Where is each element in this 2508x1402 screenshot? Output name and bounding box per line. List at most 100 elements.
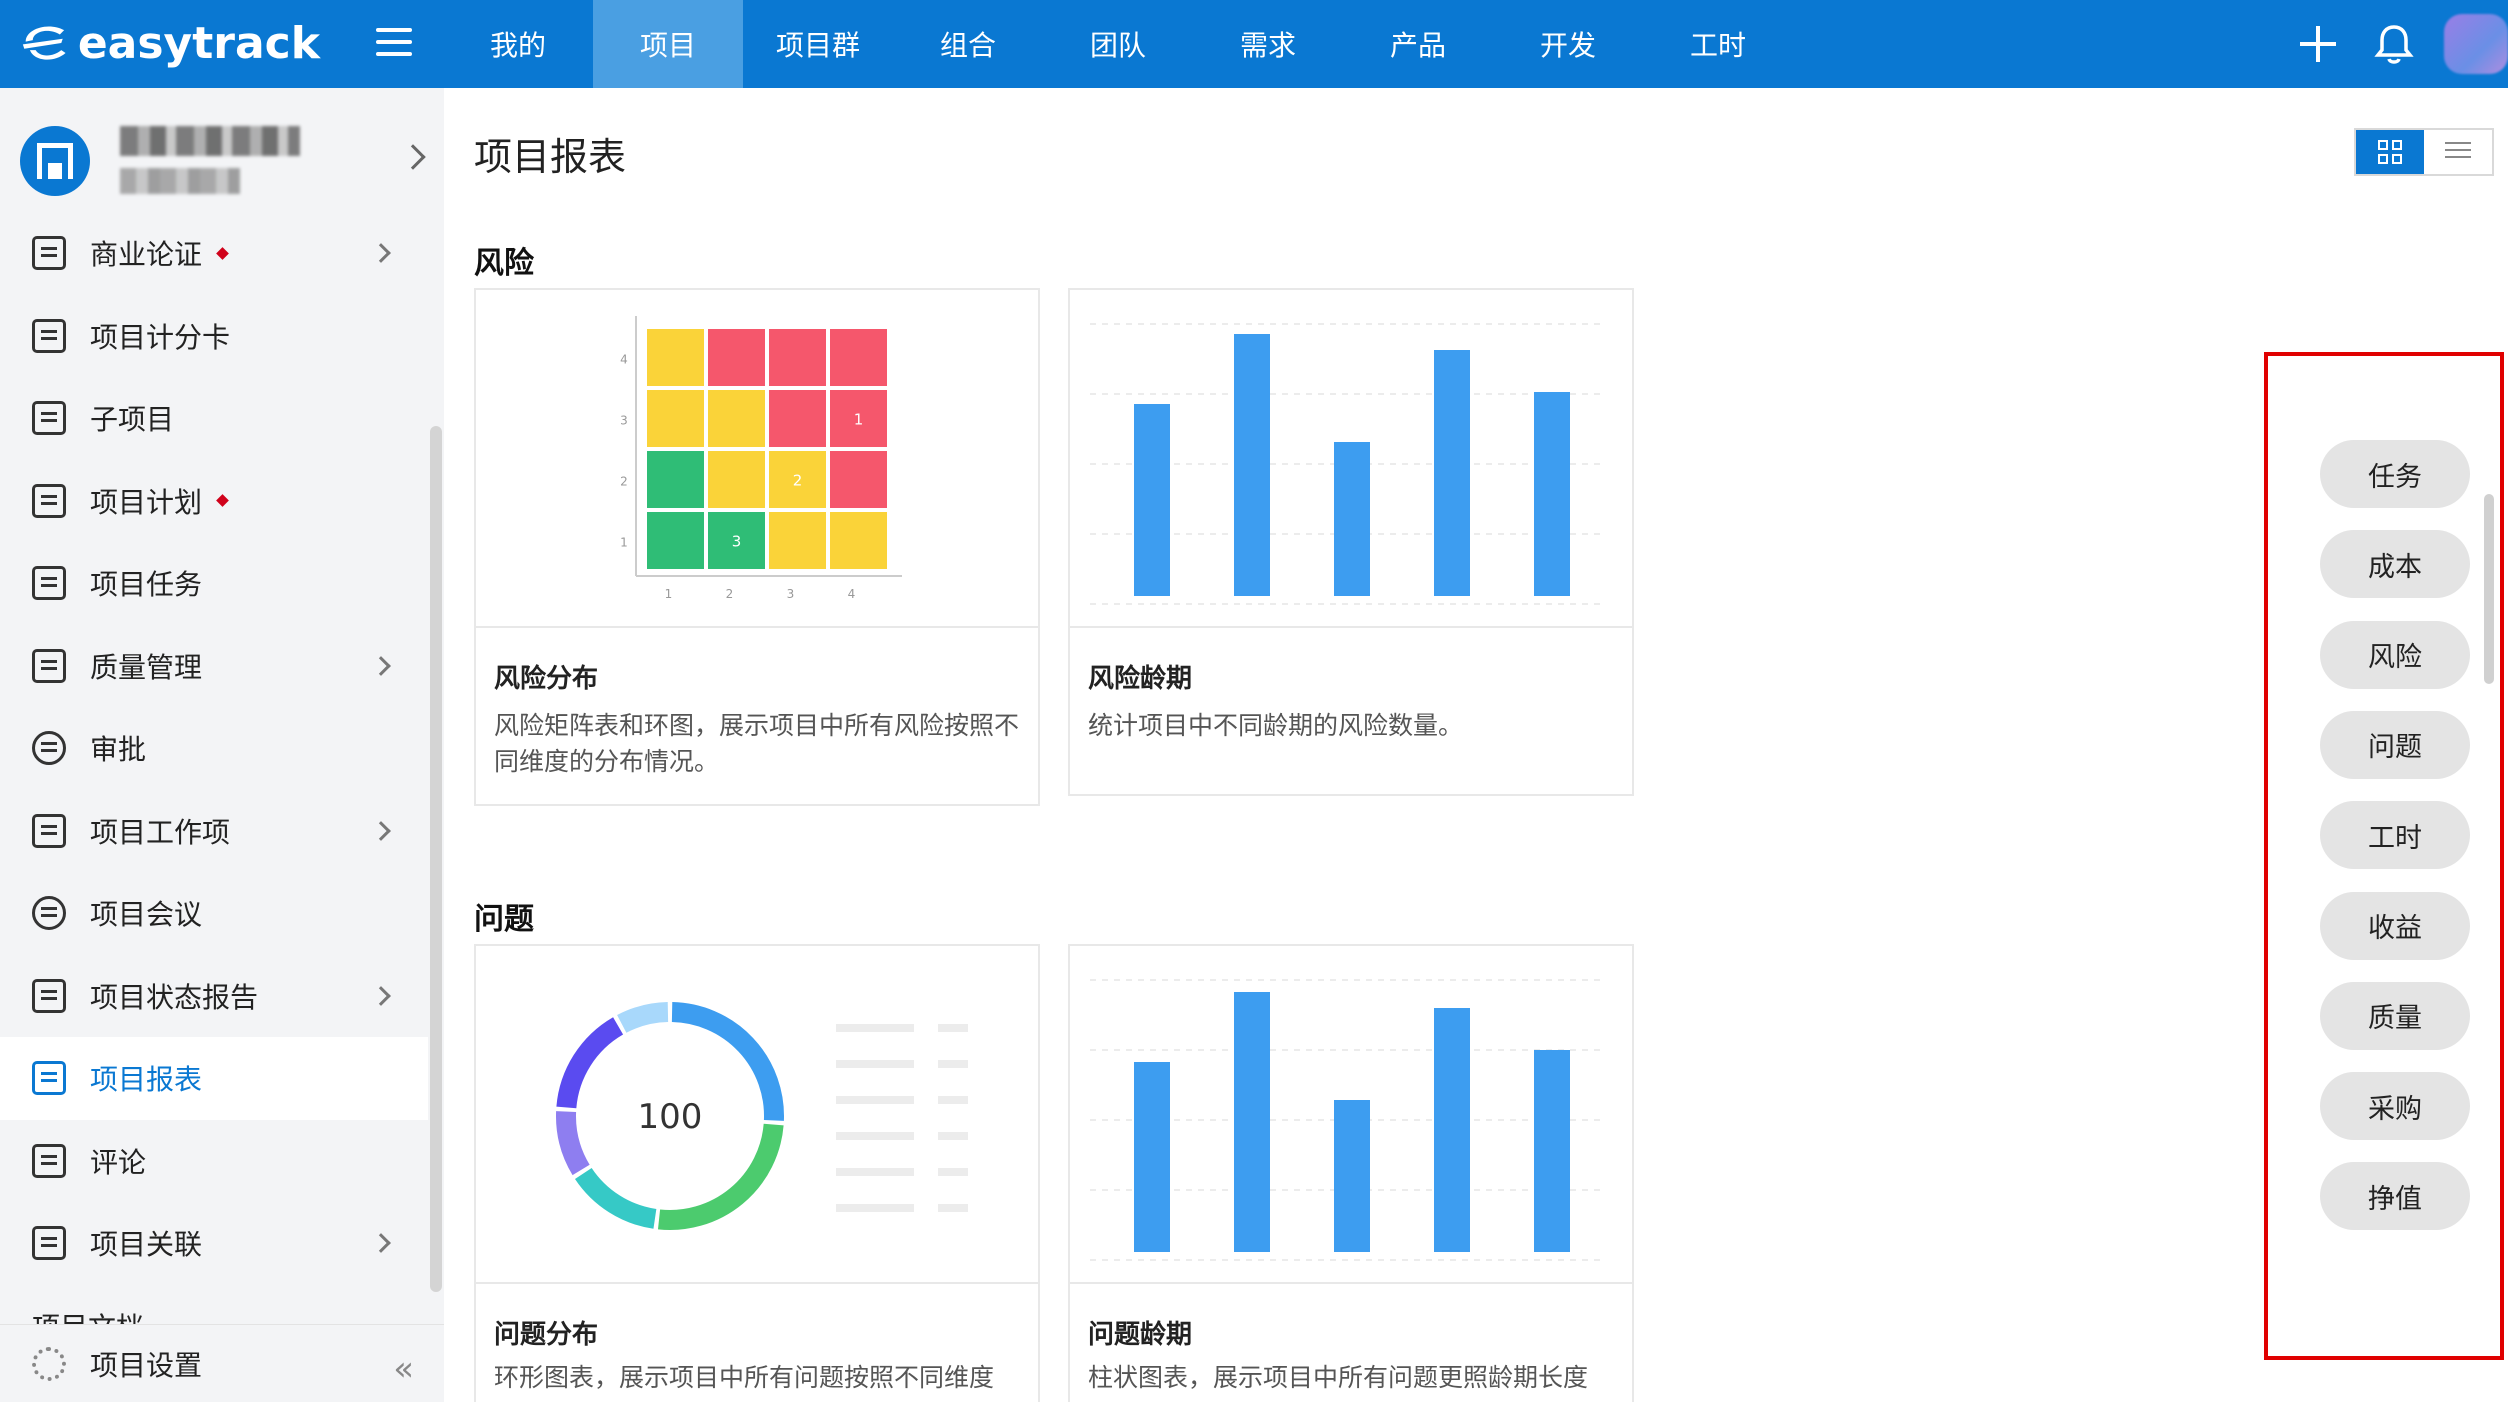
quality-icon	[32, 648, 66, 683]
easytrack-logo[interactable]: easytrack	[20, 10, 320, 76]
bell-icon[interactable]	[2372, 22, 2416, 66]
matrix-cell	[645, 327, 706, 388]
matrix-y-tick: 4	[620, 353, 628, 367]
report-card-risk-aging[interactable]: 风险龄期 统计项目中不同龄期的风险数量。	[1068, 288, 1634, 796]
nav-item-8[interactable]: 工时	[1643, 0, 1793, 88]
sidebar-menu: 商业论证项目计分卡子项目项目计划项目任务 质量管理审批项目工作项项目会议项目状态报…	[0, 212, 428, 1285]
matrix-cell	[828, 327, 889, 388]
sidebar-item-11[interactable]: 评论	[0, 1120, 428, 1203]
sidebar-item-3[interactable]: 项目计划	[0, 460, 428, 543]
sidebar-item-4[interactable]: 项目任务	[0, 542, 428, 625]
category-button-4[interactable]: 工时	[2320, 801, 2470, 870]
grid-view-button[interactable]	[2356, 130, 2424, 174]
legend-placeholder	[938, 1060, 968, 1068]
category-button-0[interactable]: 任务	[2320, 440, 2470, 508]
card-title: 风险分布	[494, 664, 599, 694]
chevron-right-icon	[371, 655, 391, 676]
matrix-count-label: 3	[732, 533, 742, 551]
risk-matrix-chart: 1 2 3 4 3 2 1 1 2 3 4	[620, 316, 902, 601]
report-card-issue-distribution[interactable]: 100 问题分布 环形图表，展示项目中所有问题按照不同维度	[474, 944, 1040, 1402]
user-avatar[interactable]	[2444, 14, 2508, 74]
matrix-cell	[767, 510, 828, 571]
risk-matrix-thumbnail: 1 2 3 4 3 2 1 1 2 3 4	[476, 290, 1038, 628]
legend-placeholder	[836, 1096, 914, 1104]
report-card-issue-aging[interactable]: 问题龄期 柱状图表，展示项目中所有问题更照龄期长度	[1068, 944, 1634, 1402]
sidebar-item-7[interactable]: 项目工作项	[0, 790, 428, 873]
main-scrollbar[interactable]	[2484, 494, 2494, 684]
legend-placeholder	[938, 1024, 968, 1032]
matrix-x-tick: 1	[665, 587, 673, 601]
legend-placeholder	[938, 1096, 968, 1104]
sidebar-scrollbar[interactable]	[430, 426, 442, 1292]
project-logo-icon	[20, 126, 90, 196]
category-button-2[interactable]: 风险	[2320, 620, 2470, 689]
sidebar-item-12[interactable]: 项目关联	[0, 1202, 428, 1285]
matrix-y-tick: 3	[620, 414, 628, 428]
nav-item-5[interactable]: 需求	[1193, 0, 1343, 88]
bar	[1234, 992, 1270, 1252]
legend-placeholder	[836, 1024, 914, 1032]
nav-item-0[interactable]: 我的	[443, 0, 593, 88]
sidebar-item-label: 项目计划	[90, 485, 203, 519]
list-view-button[interactable]	[2424, 130, 2492, 174]
sidebar-item-1[interactable]: 项目计分卡	[0, 295, 428, 378]
nav-item-1[interactable]: 项目	[593, 0, 743, 88]
category-button-1[interactable]: 成本	[2320, 530, 2470, 599]
project-header[interactable]	[20, 118, 430, 218]
project-name-blurred	[120, 126, 300, 156]
plus-icon[interactable]	[2298, 24, 2338, 64]
bar	[1534, 1050, 1570, 1252]
sidebar-item-label: 商业论证	[90, 238, 203, 272]
notification-dot	[216, 246, 229, 260]
sidebar-item-partial[interactable]: 项目文档	[32, 1306, 144, 1324]
bar	[1134, 1062, 1170, 1252]
nav-item-4[interactable]: 团队	[1043, 0, 1193, 88]
matrix-x-tick: 3	[787, 587, 795, 601]
sidebar-item-6[interactable]: 审批	[0, 707, 428, 790]
subproject-icon	[32, 401, 66, 436]
grid-icon	[2378, 140, 2402, 164]
sidebar-item-8[interactable]: 项目会议	[0, 872, 428, 955]
sidebar-item-10[interactable]: 项目报表	[0, 1037, 428, 1120]
sidebar-item-9[interactable]: 项目状态报告	[0, 955, 428, 1038]
nav-item-6[interactable]: 产品	[1343, 0, 1493, 88]
nav-item-2[interactable]: 项目群	[743, 0, 893, 88]
matrix-cell	[767, 327, 828, 388]
category-button-6[interactable]: 质量	[2320, 981, 2470, 1050]
legend-placeholder	[836, 1060, 914, 1068]
category-button-3[interactable]: 问题	[2320, 710, 2470, 779]
donut-segment	[574, 1167, 657, 1229]
sidebar-item-settings[interactable]: 项目设置 «	[0, 1324, 444, 1402]
sidebar-item-label: 项目会议	[90, 898, 203, 932]
sidebar-item-label: 子项目	[90, 403, 175, 437]
card-description: 环形图表，展示项目中所有问题按照不同维度	[494, 1363, 995, 1392]
donut-segment	[556, 1111, 590, 1176]
sidebar: 商业论证项目计分卡子项目项目计划项目任务 质量管理审批项目工作项项目会议项目状态报…	[0, 88, 444, 1402]
category-button-5[interactable]: 收益	[2320, 891, 2470, 960]
business-case-icon	[32, 236, 66, 271]
card-description: 风险矩阵表和环图，展示项目中所有风险按照不同维度的分布情况。	[494, 711, 1020, 776]
category-button-7[interactable]: 采购	[2320, 1072, 2470, 1141]
sidebar-item-5[interactable]: 质量管理	[0, 625, 428, 708]
top-navigation-bar: easytrack 我的 项目 项目群 组合 团队 需求 产品 开发 工时	[0, 0, 2508, 88]
hamburger-menu-icon[interactable]	[376, 28, 412, 58]
sidebar-item-2[interactable]: 子项目	[0, 377, 428, 460]
matrix-x-tick: 2	[726, 587, 734, 601]
report-card-risk-distribution[interactable]: 1 2 3 4 3 2 1 1 2 3 4 风险分布 风险矩阵表和环图，展示项目中所有风险按照不同维…	[474, 288, 1040, 806]
donut-segment	[657, 1123, 784, 1230]
nav-item-3[interactable]: 组合	[893, 0, 1043, 88]
report-icon	[32, 1061, 66, 1096]
bar	[1434, 1008, 1470, 1252]
sidebar-item-0[interactable]: 商业论证	[0, 212, 428, 295]
issue-aging-thumbnail	[1070, 946, 1632, 1284]
category-button-8[interactable]: 挣值	[2320, 1162, 2470, 1231]
section-title-issue: 问题	[474, 902, 534, 937]
collapse-sidebar-icon[interactable]: «	[393, 1349, 414, 1389]
matrix-cell	[706, 449, 767, 510]
sidebar-item-label: 审批	[90, 733, 147, 767]
chevron-right-icon	[371, 985, 391, 1006]
project-code-blurred	[120, 168, 240, 194]
legend-placeholder	[836, 1132, 914, 1140]
nav-item-7[interactable]: 开发	[1493, 0, 1643, 88]
matrix-x-tick: 4	[848, 587, 856, 601]
